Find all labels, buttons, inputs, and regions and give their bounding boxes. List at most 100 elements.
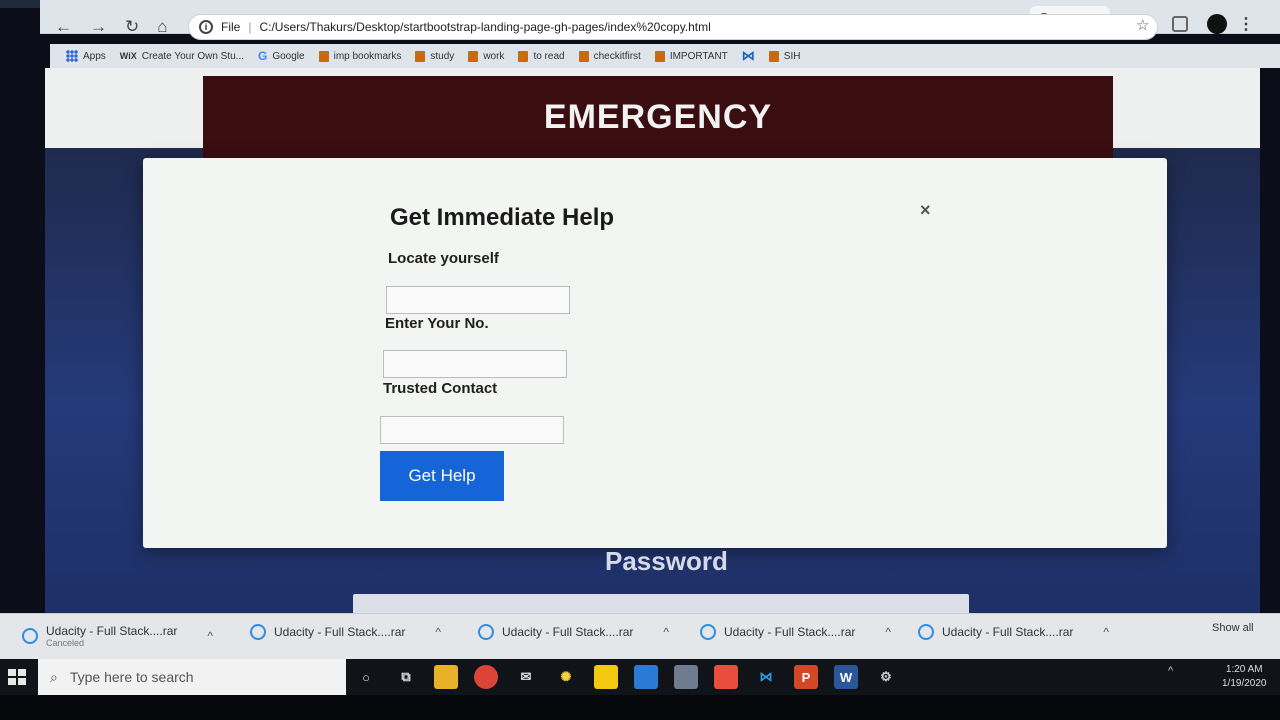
download-item[interactable]: Udacity - Full Stack....rar Canceled ^ — [22, 624, 213, 648]
bookmark-label: study — [430, 50, 455, 62]
bookmark-label: checkitfirst — [593, 50, 641, 62]
file-explorer-icon[interactable] — [434, 665, 458, 689]
sticky-notes-icon[interactable] — [594, 665, 618, 689]
bookmark-important[interactable]: IMPORTANT — [654, 50, 728, 62]
help-modal: Get Immediate Help × Locate yourself Ent… — [143, 158, 1167, 548]
address-bar[interactable]: i File | C:/Users/Thakurs/Desktop/startb… — [188, 14, 1158, 40]
modal-title: Get Immediate Help — [390, 204, 615, 231]
cortana-icon[interactable]: ○ — [354, 665, 378, 689]
bookmark-label: imp bookmarks — [333, 50, 402, 62]
download-item[interactable]: Udacity - Full Stack....rar ^ — [918, 624, 1109, 640]
tips-bulb-icon[interactable]: ✺ — [554, 665, 578, 689]
chevron-up-icon[interactable]: ^ — [207, 629, 213, 643]
chevron-up-icon[interactable]: ^ — [663, 625, 669, 639]
taskbar-apps: ○ ⧉ ✉ ✺ ⋈ P W ⚙ — [354, 665, 898, 689]
bookmark-work[interactable]: work — [468, 50, 505, 62]
powerpoint-icon[interactable]: P — [794, 665, 818, 689]
apps-grid-icon — [66, 50, 78, 62]
chevron-up-icon[interactable]: ^ — [435, 625, 441, 639]
bookmark-label: Google — [272, 50, 305, 62]
system-tray: ^ — [1168, 665, 1173, 677]
bookmark-study[interactable]: study — [415, 50, 455, 62]
screen: safety ✕ ← → ↻ ⌂ i File | C:/Users/Thaku… — [0, 0, 1280, 720]
bookmark-to-read[interactable]: to read — [518, 50, 565, 62]
google-icon: G — [258, 49, 268, 63]
folder-icon — [768, 50, 779, 62]
back-arrow-icon[interactable]: ← — [55, 17, 72, 37]
chrome-icon[interactable] — [474, 665, 498, 689]
clock-time: 1:20 AM — [1225, 664, 1263, 675]
app-icon[interactable] — [674, 665, 698, 689]
location-input[interactable] — [386, 286, 570, 314]
emergency-banner[interactable]: EMERGENCY — [203, 76, 1113, 158]
wix-icon: WiX — [119, 51, 137, 61]
close-icon[interactable]: × — [920, 200, 931, 221]
bookmark-google[interactable]: G Google — [258, 49, 305, 63]
bookmark-checkitfirst[interactable]: checkitfirst — [578, 50, 641, 62]
trusted-contact-input[interactable] — [380, 416, 564, 444]
download-item[interactable]: Udacity - Full Stack....rar ^ — [700, 624, 891, 640]
bookmark-label: work — [483, 50, 505, 62]
search-icon: ⌕ — [50, 668, 58, 685]
info-icon[interactable]: i — [199, 20, 213, 34]
folder-icon — [415, 50, 426, 62]
trusted-contact-label: Trusted Contact — [383, 380, 498, 397]
download-name: Udacity - Full Stack....rar — [274, 625, 406, 639]
bookmark-label: Apps — [83, 50, 106, 62]
clock[interactable]: 1:20 AM 1/19/2020 — [1222, 663, 1267, 691]
web-page: EMERGENCY Get Immediate Help × Locate yo… — [45, 68, 1260, 613]
phone-number-input[interactable] — [383, 350, 567, 378]
download-name: Udacity - Full Stack....rar — [46, 624, 178, 638]
figma-icon[interactable] — [714, 665, 738, 689]
folder-icon — [578, 50, 589, 62]
tray-chevron-up-icon[interactable]: ^ — [1168, 665, 1173, 677]
password-label: Password — [605, 546, 728, 576]
extension-icon[interactable] — [1172, 16, 1188, 32]
home-icon[interactable]: ⌂ — [157, 17, 167, 37]
bookmark-apps[interactable]: Apps — [66, 50, 106, 62]
chevron-up-icon[interactable]: ^ — [1103, 625, 1109, 639]
address-separator: | — [248, 20, 252, 34]
bookmark-star-icon[interactable]: ☆ — [1136, 16, 1149, 34]
get-help-button[interactable]: Get Help — [380, 451, 504, 501]
chevron-up-icon[interactable]: ^ — [885, 625, 891, 639]
archive-icon — [250, 624, 266, 640]
bookmark-label: to read — [533, 50, 565, 62]
menu-dots-icon[interactable]: ⋮ — [1238, 14, 1254, 34]
download-item[interactable]: Udacity - Full Stack....rar ^ — [478, 624, 669, 640]
password-field[interactable] — [353, 594, 969, 613]
settings-gear-icon[interactable]: ⚙ — [874, 665, 898, 689]
download-name: Udacity - Full Stack....rar — [942, 625, 1074, 639]
clock-date: 1/19/2020 — [1222, 678, 1267, 689]
folder-icon — [318, 50, 329, 62]
task-view-icon[interactable]: ⧉ — [394, 665, 418, 689]
archive-icon — [478, 624, 494, 640]
vscode-icon[interactable]: ⋈ — [754, 665, 778, 689]
folder-icon — [468, 50, 479, 62]
bookmark-vscode[interactable]: ⋈ — [742, 48, 755, 64]
bookmark-wix[interactable]: WiX Create Your Own Stu... — [120, 51, 244, 62]
download-name: Udacity - Full Stack....rar — [724, 625, 856, 639]
show-all-button[interactable]: Show all — [1212, 622, 1254, 634]
bookmark-sih[interactable]: SIH — [768, 50, 801, 62]
taskbar-search[interactable]: ⌕ Type here to search — [38, 659, 346, 695]
bookmark-label: Create Your Own Stu... — [141, 50, 244, 62]
profile-avatar[interactable] — [1207, 14, 1227, 34]
address-url[interactable]: C:/Users/Thakurs/Desktop/startbootstrap-… — [259, 20, 710, 34]
word-icon[interactable]: W — [834, 665, 858, 689]
vscode-icon: ⋈ — [741, 48, 755, 63]
windows-start-icon[interactable] — [8, 669, 26, 685]
download-name: Udacity - Full Stack....rar — [502, 625, 634, 639]
address-scheme: File — [221, 20, 241, 34]
search-placeholder: Type here to search — [69, 669, 194, 685]
mail-icon[interactable]: ✉ — [514, 665, 538, 689]
reload-icon[interactable]: ↻ — [125, 17, 139, 37]
download-item[interactable]: Udacity - Full Stack....rar ^ — [250, 624, 441, 640]
folder-icon — [654, 50, 665, 62]
bookmark-label: SIH — [783, 50, 801, 62]
forward-arrow-icon[interactable]: → — [90, 17, 107, 37]
monitor-bezel — [0, 695, 1280, 720]
store-icon[interactable] — [634, 665, 658, 689]
bookmark-imp[interactable]: imp bookmarks — [318, 50, 402, 62]
archive-icon — [22, 628, 38, 644]
